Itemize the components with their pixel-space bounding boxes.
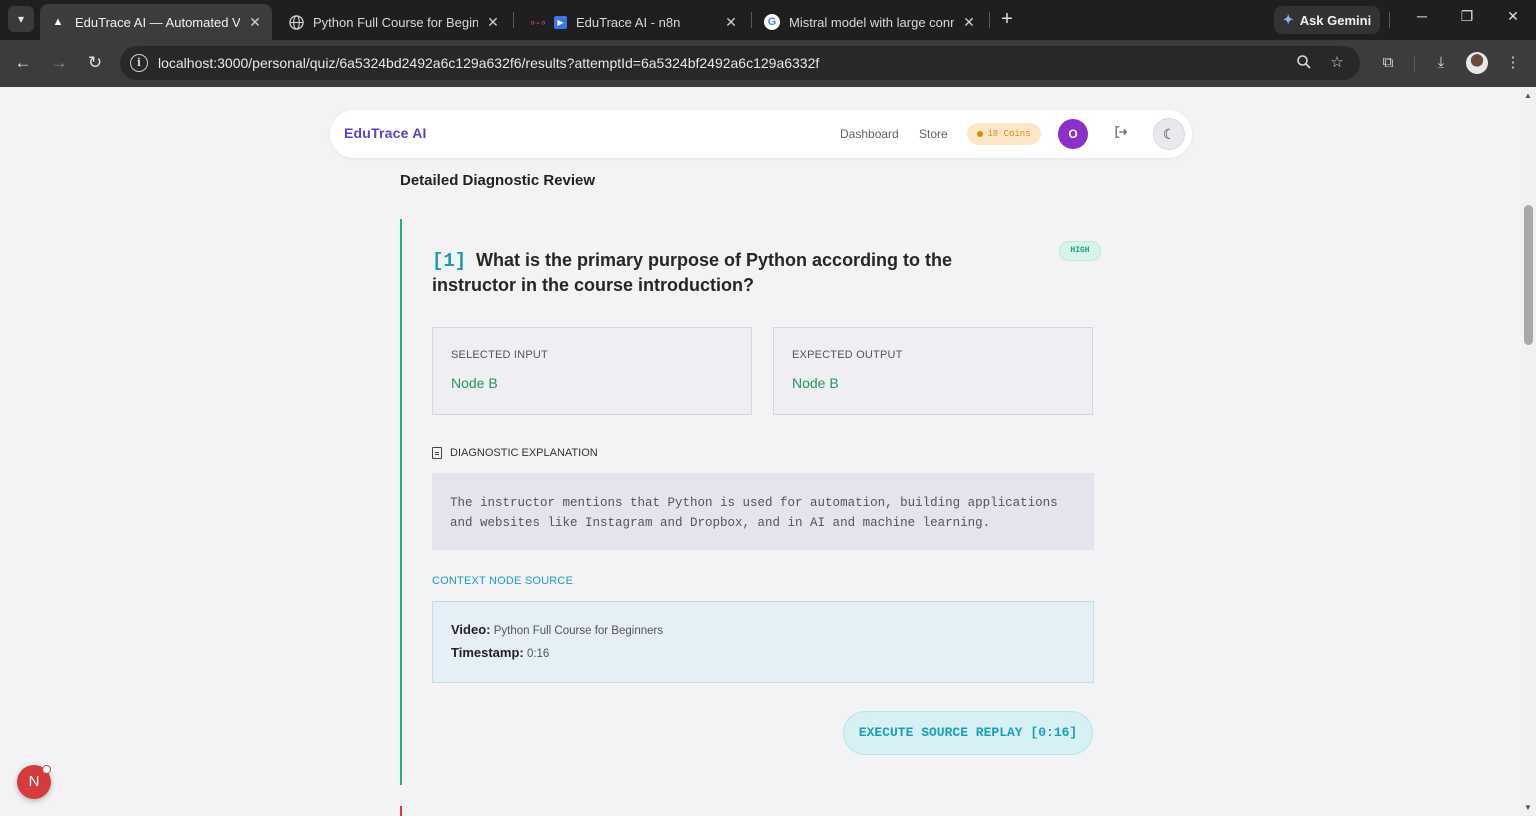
question-review-card: [1] What is the primary purpose of Pytho… — [400, 219, 1101, 785]
diagnostic-explanation-box: The instructor mentions that Python is u… — [432, 473, 1094, 550]
triangle-icon: ▲ — [52, 16, 64, 28]
diagnostic-explanation-label: DIAGNOSTIC EXPLANATION — [450, 447, 598, 459]
difficulty-badge: HIGH — [1059, 241, 1101, 261]
user-avatar[interactable]: O — [1058, 119, 1088, 149]
profile-avatar[interactable] — [1466, 52, 1488, 74]
close-icon[interactable]: ✕ — [724, 14, 738, 31]
ask-gemini-label: Ask Gemini — [1299, 12, 1372, 28]
tab-separator — [513, 12, 514, 28]
back-arrow-icon[interactable]: ← — [12, 52, 34, 74]
tab-python-course[interactable]: Python Full Course for Beginner ✕ — [278, 4, 510, 40]
close-icon[interactable]: ✕ — [248, 14, 262, 31]
close-icon[interactable]: ✕ — [962, 14, 976, 31]
nav-dashboard-link[interactable]: Dashboard — [840, 127, 899, 141]
scroll-up-arrow-icon[interactable]: ▲ — [1524, 91, 1532, 100]
expected-output-label: EXPECTED OUTPUT — [792, 349, 903, 361]
nextjs-badge-letter: N — [28, 773, 40, 790]
video-title: Python Full Course for Beginners — [493, 625, 664, 637]
extensions-icon[interactable]: ⧉ — [1378, 53, 1398, 73]
minimize-icon[interactable]: ─ — [1412, 8, 1432, 24]
selected-input-label: SELECTED INPUT — [451, 349, 548, 361]
document-icon — [432, 447, 442, 459]
url-text[interactable]: localhost:3000/personal/quiz/6a5324bd249… — [158, 55, 819, 71]
page-scrollbar[interactable]: ▲ ▼ — [1521, 87, 1536, 816]
page-viewport: EduTrace AI Dashboard Store 18 Coins O ☾… — [0, 87, 1521, 816]
forward-arrow-icon[interactable]: → — [48, 52, 70, 74]
more-menu-icon[interactable]: ⋮ — [1503, 53, 1523, 73]
diagnostic-explanation-text: The instructor mentions that Python is u… — [450, 496, 1058, 530]
bookmark-star-icon[interactable]: ☆ — [1328, 54, 1346, 72]
tab-n8n[interactable]: ∘-∘ ▶ EduTrace AI - n8n ✕ — [516, 4, 748, 40]
context-timestamp-line: Timestamp: 0:16 — [451, 645, 549, 660]
download-icon[interactable]: ⤓ — [1431, 53, 1451, 73]
notification-dot — [42, 765, 51, 774]
context-video-line: Video: Python Full Course for Beginners — [451, 622, 663, 637]
app-navbar: EduTrace AI Dashboard Store 18 Coins O ☾ — [330, 110, 1192, 158]
tab-separator — [1389, 12, 1390, 28]
coins-badge: 18 Coins — [967, 123, 1041, 145]
question-text: What is the primary purpose of Python ac… — [432, 250, 953, 295]
tab-edutrace-quiz[interactable]: ▲ EduTrace AI — Automated Vide ✕ — [40, 4, 272, 40]
context-source-box: Video: Python Full Course for Beginners … — [432, 601, 1094, 683]
scroll-down-arrow-icon[interactable]: ▼ — [1524, 803, 1532, 812]
zoom-icon[interactable] — [1295, 54, 1313, 72]
window-close-icon[interactable]: ✕ — [1503, 8, 1523, 25]
tab-separator — [989, 12, 990, 28]
address-bar[interactable]: i localhost:3000/personal/quiz/6a5324bd2… — [120, 46, 1360, 80]
restore-icon[interactable]: ❐ — [1457, 8, 1477, 25]
nextjs-dev-badge[interactable]: N — [17, 765, 51, 799]
browser-toolbar: ← → ↻ i localhost:3000/personal/quiz/6a5… — [0, 40, 1536, 87]
video-label: Video: — [451, 622, 491, 637]
reload-icon[interactable]: ↻ — [84, 52, 106, 74]
browser-tab-strip: ▾ ▲ EduTrace AI — Automated Vide ✕ Pytho… — [0, 0, 1536, 40]
expected-output-box: EXPECTED OUTPUT Node B — [773, 327, 1093, 415]
tab-search-chevron-icon[interactable]: ▾ — [8, 6, 34, 32]
toolbar-separator — [1414, 56, 1415, 72]
theme-toggle-moon-icon[interactable]: ☾ — [1153, 118, 1185, 150]
brand-logo[interactable]: EduTrace AI — [344, 125, 427, 141]
tab-title: Mistral model with large conrte — [789, 14, 954, 30]
google-icon: G — [764, 14, 780, 30]
ask-gemini-button[interactable]: ✦ Ask Gemini — [1274, 6, 1380, 34]
timestamp-label: Timestamp: — [451, 645, 524, 660]
section-title: Detailed Diagnostic Review — [400, 172, 596, 189]
close-icon[interactable]: ✕ — [486, 14, 500, 31]
selected-input-value: Node B — [451, 375, 498, 391]
tab-separator — [751, 12, 752, 28]
logout-icon[interactable] — [1112, 125, 1130, 143]
gemini-sparkle-icon: ✦ — [1282, 12, 1294, 27]
n8n-icon: ∘-∘ — [529, 16, 547, 29]
tab-title: Python Full Course for Beginner — [313, 14, 478, 30]
timestamp-value: 0:16 — [526, 648, 550, 660]
nav-store-link[interactable]: Store — [919, 127, 948, 141]
site-info-icon[interactable]: i — [130, 54, 148, 72]
selected-input-box: SELECTED INPUT Node B — [432, 327, 752, 415]
expected-output-value: Node B — [792, 375, 839, 391]
play-icon: ▶ — [554, 15, 567, 29]
coin-icon — [977, 131, 984, 137]
context-source-heading: CONTEXT NODE SOURCE — [432, 575, 574, 587]
scrollbar-thumb[interactable] — [1524, 205, 1533, 345]
globe-icon — [288, 14, 304, 30]
coins-label: 18 Coins — [987, 129, 1031, 139]
tab-title: EduTrace AI — Automated Vide — [75, 14, 240, 30]
tab-title: EduTrace AI - n8n — [576, 14, 681, 30]
diagnostic-explanation-heading: DIAGNOSTIC EXPLANATION — [432, 447, 598, 459]
tab-mistral-search[interactable]: G Mistral model with large conrte ✕ — [754, 4, 986, 40]
execute-source-replay-button[interactable]: EXECUTE SOURCE REPLAY [0:16] — [843, 711, 1093, 755]
next-question-marker — [400, 806, 402, 816]
new-tab-button[interactable]: + — [996, 8, 1018, 30]
